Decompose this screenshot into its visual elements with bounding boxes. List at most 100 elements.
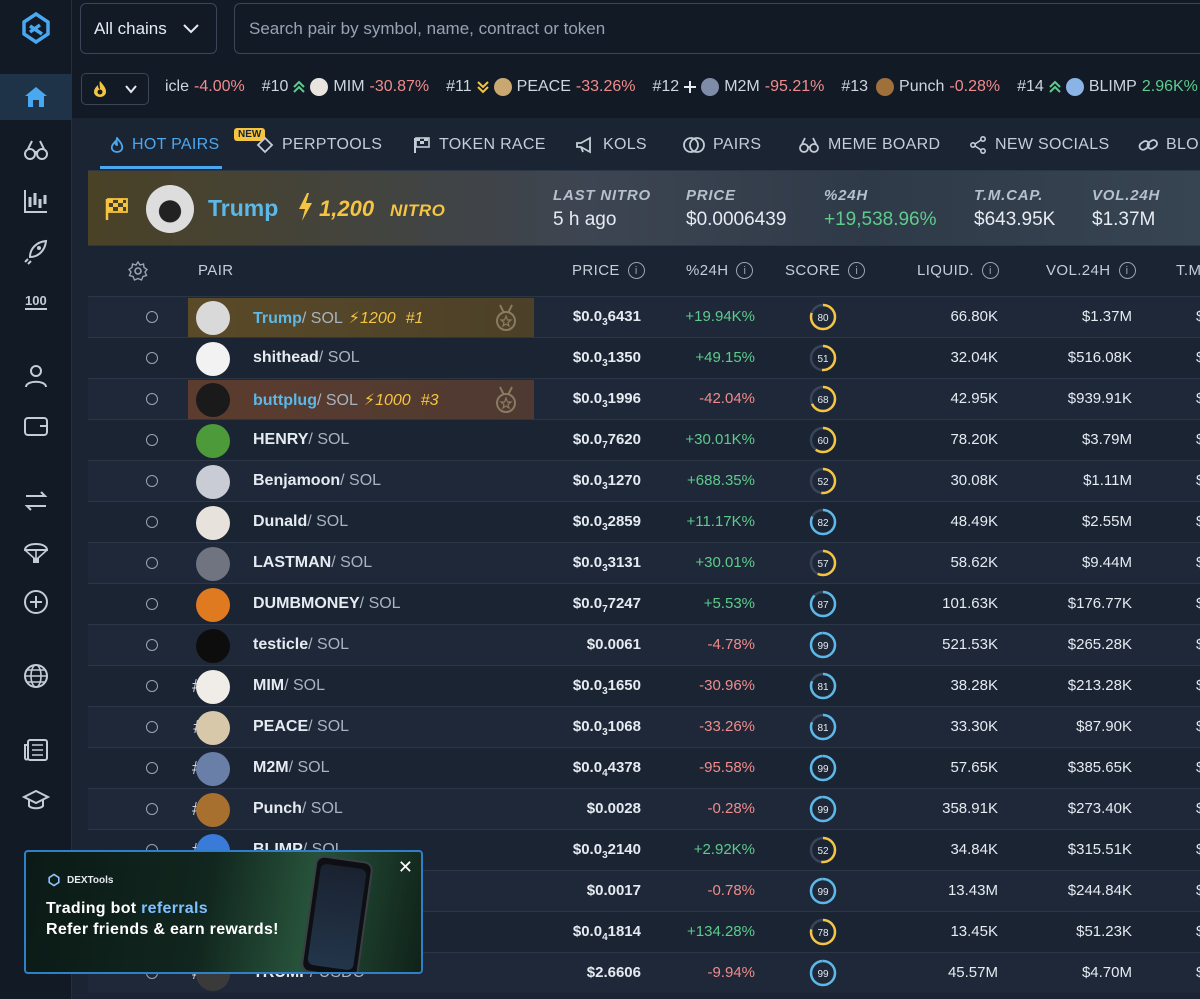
- active-tab-indicator: [100, 166, 222, 169]
- pair-name[interactable]: Dunald/ SOL: [253, 513, 348, 531]
- table-row[interactable]: #10MIM/ SOL$0.031650-30.96%8138.28K$213.…: [88, 665, 1200, 706]
- favorite-toggle[interactable]: [146, 557, 158, 569]
- favorite-toggle[interactable]: [146, 721, 158, 733]
- tab-perptools[interactable]: PERPTOOLS: [256, 136, 382, 154]
- pair-name[interactable]: HENRY/ SOL: [253, 431, 349, 449]
- total-market-cap-value: $: [1196, 841, 1200, 858]
- tab-meme-board[interactable]: MEME BOARD: [798, 136, 940, 154]
- ticker-item[interactable]: #13 Punch -0.28%: [841, 78, 1000, 96]
- svg-text:100: 100: [25, 293, 47, 308]
- user-icon[interactable]: [0, 353, 72, 399]
- favorite-toggle[interactable]: [146, 352, 158, 364]
- table-row[interactable]: #11PEACE/ SOL$0.031068-33.26%8133.30K$87…: [88, 706, 1200, 747]
- table-row[interactable]: #8DUMBMONEY/ SOL$0.077247+5.53%87101.63K…: [88, 583, 1200, 624]
- phone-illustration: [300, 854, 374, 972]
- settings-gear-icon[interactable]: [128, 261, 148, 281]
- column-change-24h[interactable]: %24H i: [686, 262, 754, 279]
- pair-name[interactable]: Trump/ SOL ⚡1200 #1: [253, 308, 423, 328]
- tab-blogs[interactable]: BLO: [1138, 136, 1199, 154]
- tab-hot-pairs[interactable]: HOT PAIRS: [110, 136, 219, 154]
- column-price[interactable]: PRICE i: [572, 262, 645, 279]
- favorite-toggle[interactable]: [146, 475, 158, 487]
- column-liquidity[interactable]: LIQUID. i: [917, 262, 999, 279]
- search-bar[interactable]: [234, 3, 1200, 54]
- table-row[interactable]: #5Benjamoon/ SOL$0.031270+688.35%5230.08…: [88, 460, 1200, 501]
- close-icon[interactable]: ✕: [398, 857, 413, 878]
- info-icon[interactable]: i: [1118, 262, 1136, 279]
- favorite-toggle[interactable]: [146, 393, 158, 405]
- pair-name[interactable]: buttplug/ SOL ⚡1000 #3: [253, 390, 439, 410]
- column-total-market-cap[interactable]: T.M: [1176, 262, 1200, 279]
- table-row[interactable]: #4HENRY/ SOL$0.077620+30.01K%6078.20K$3.…: [88, 419, 1200, 460]
- pair-name[interactable]: Benjamoon/ SOL: [253, 472, 381, 490]
- favorite-toggle[interactable]: [146, 516, 158, 528]
- favorite-toggle[interactable]: [146, 311, 158, 323]
- column-pair[interactable]: PAIR: [198, 262, 234, 279]
- table-row[interactable]: #7LASTMAN/ SOL$0.033131+30.01%5758.62K$9…: [88, 542, 1200, 583]
- table-row[interactable]: #2shithead/ SOL$0.031350+49.15%5132.04K$…: [88, 337, 1200, 378]
- home-icon[interactable]: [0, 74, 72, 120]
- favorite-toggle[interactable]: [146, 434, 158, 446]
- favorite-toggle[interactable]: [146, 803, 158, 815]
- table-row[interactable]: #9testicle/ SOL$0.0061-4.78%99521.53K$26…: [88, 624, 1200, 665]
- pair-name[interactable]: M2M/ SOL: [253, 759, 329, 777]
- tab-new-socials[interactable]: NEW SOCIALS: [969, 136, 1109, 154]
- pair-name[interactable]: testicle/ SOL: [253, 636, 349, 654]
- chain-selector[interactable]: All chains: [80, 3, 217, 54]
- table-row[interactable]: #13Punch/ SOL$0.0028-0.28%99358.91K$273.…: [88, 788, 1200, 829]
- add-circle-icon[interactable]: [0, 579, 72, 625]
- table-row[interactable]: #12M2M/ SOL$0.044378-95.58%9957.65K$385.…: [88, 747, 1200, 788]
- table-row[interactable]: #1Trump/ SOL⚡1200#1$0.036431+19.94K%8066…: [88, 296, 1200, 337]
- pair-name[interactable]: DUMBMONEY/ SOL: [253, 595, 401, 613]
- pair-name[interactable]: LASTMAN/ SOL: [253, 554, 372, 572]
- tab-kols[interactable]: KOLS: [575, 136, 647, 154]
- tab-pairs[interactable]: PAIRS: [683, 136, 761, 154]
- wallet-icon[interactable]: [0, 403, 72, 449]
- info-icon[interactable]: i: [981, 262, 999, 279]
- change-24h: -0.28%: [707, 800, 755, 817]
- swap-icon[interactable]: [0, 478, 72, 524]
- top-100-icon[interactable]: 100: [0, 278, 72, 324]
- ticker-filter-dropdown[interactable]: [81, 73, 149, 105]
- token-avatar: [196, 424, 230, 458]
- favorite-toggle[interactable]: [146, 680, 158, 692]
- ticker-item[interactable]: icle -4.00%: [160, 78, 245, 96]
- favorite-toggle[interactable]: [146, 762, 158, 774]
- total-market-cap-value: $: [1196, 677, 1200, 694]
- dextools-logo-icon[interactable]: [16, 8, 56, 48]
- column-volume-24h[interactable]: VOL.24H i: [1046, 262, 1136, 279]
- favorite-toggle[interactable]: [146, 639, 158, 651]
- info-icon[interactable]: i: [736, 262, 754, 279]
- chart-icon[interactable]: [0, 178, 72, 224]
- table-row[interactable]: #3buttplug/ SOL⚡1000#3$0.031996-42.04%68…: [88, 378, 1200, 419]
- pair-name[interactable]: shithead/ SOL: [253, 349, 360, 367]
- ticker-item[interactable]: #11 PEACE -33.26%: [446, 78, 635, 96]
- score-gauge: 51: [809, 344, 837, 372]
- token-avatar: [196, 547, 230, 581]
- referral-promo-banner[interactable]: DEXTools Trading bot referrals Refer fri…: [24, 850, 423, 974]
- column-score[interactable]: SCORE i: [785, 262, 866, 279]
- academy-icon[interactable]: [0, 777, 72, 823]
- price-value: $0.0017: [586, 882, 641, 899]
- pair-name[interactable]: PEACE/ SOL: [253, 718, 349, 736]
- pair-name[interactable]: MIM/ SOL: [253, 677, 325, 695]
- search-input[interactable]: [249, 18, 1200, 39]
- token-avatar: [196, 506, 230, 540]
- binoculars-icon[interactable]: [0, 127, 72, 173]
- news-icon[interactable]: [0, 727, 72, 773]
- info-icon[interactable]: i: [848, 262, 866, 279]
- nitro-banner[interactable]: Trump 1,200 NITRO LAST NITRO 5 h ago PRI…: [88, 170, 1200, 246]
- favorite-toggle[interactable]: [146, 598, 158, 610]
- globe-icon[interactable]: [0, 653, 72, 699]
- ticker-item[interactable]: #10 MIM -30.87%: [262, 78, 429, 96]
- total-market-cap-value: $: [1196, 349, 1200, 366]
- pair-name[interactable]: Punch/ SOL: [253, 800, 343, 818]
- ticker-item[interactable]: #14 BLIMP 2.96K%: [1017, 78, 1198, 96]
- info-icon[interactable]: i: [627, 262, 645, 279]
- table-row[interactable]: #6Dunald/ SOL$0.032859+11.17K%8248.49K$2…: [88, 501, 1200, 542]
- tab-label: PAIRS: [713, 136, 762, 153]
- rocket-icon[interactable]: [0, 228, 72, 274]
- tab-token-race[interactable]: TOKEN RACE: [413, 136, 546, 154]
- airdrop-icon[interactable]: [0, 528, 72, 574]
- ticker-item[interactable]: #12 M2M -95.21%: [652, 78, 824, 96]
